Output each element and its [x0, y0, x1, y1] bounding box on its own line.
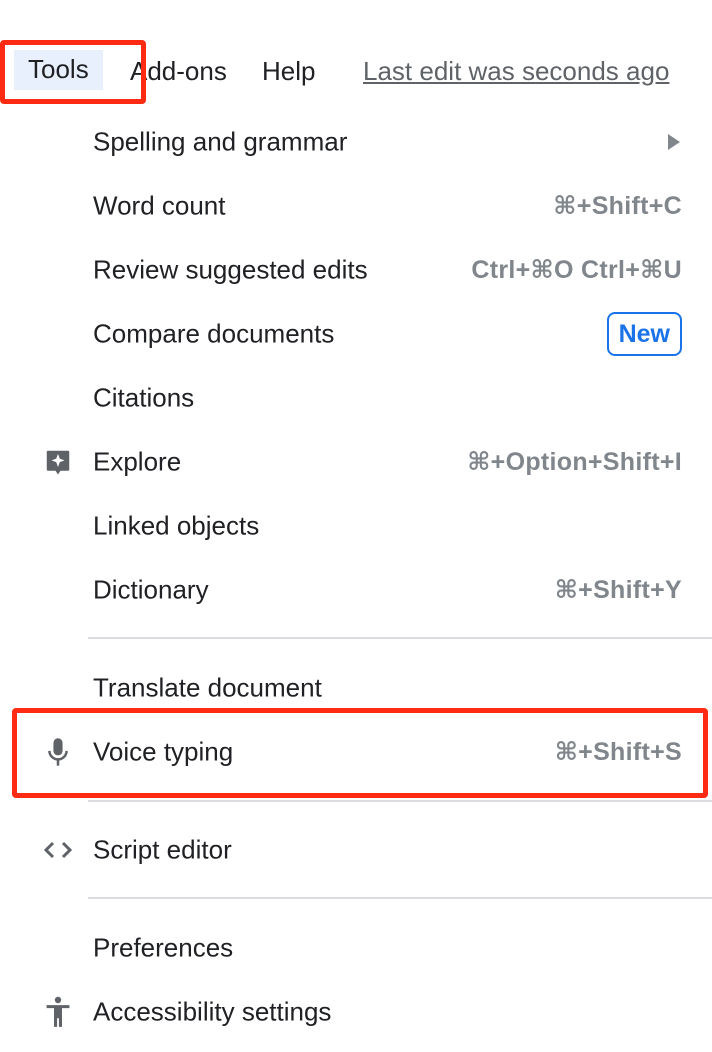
shortcut-text: ⌘+Shift+Y: [554, 576, 682, 604]
menu-item-label: Compare documents: [93, 318, 335, 349]
new-badge: New: [606, 312, 682, 356]
menu-bar: Tools Add-ons Help Last edit was seconds…: [0, 0, 712, 100]
code-icon: [42, 834, 74, 866]
menu-add-ons[interactable]: Add-ons: [130, 54, 227, 88]
menu-item-citations[interactable]: Citations: [0, 366, 712, 430]
menu-item-preferences[interactable]: Preferences: [0, 916, 712, 980]
menu-item-linked-objects[interactable]: Linked objects: [0, 494, 712, 558]
menu-divider: [88, 897, 712, 899]
menu-item-accessibility-settings[interactable]: Accessibility settings: [0, 980, 712, 1044]
menu-item-label: Script editor: [93, 834, 232, 865]
menu-item-label: Accessibility settings: [93, 996, 332, 1027]
menu-item-compare-documents[interactable]: Compare documents New: [0, 302, 712, 366]
microphone-icon: [42, 736, 74, 768]
last-edit-link[interactable]: Last edit was seconds ago: [363, 54, 669, 88]
menu-item-explore[interactable]: Explore ⌘+Option+Shift+I: [0, 430, 712, 494]
menu-item-label: Preferences: [93, 932, 234, 963]
menu-divider: [88, 800, 712, 802]
menu-item-label: Spelling and grammar: [93, 126, 348, 157]
explore-icon: [42, 446, 74, 478]
menu-item-label: Voice typing: [93, 736, 234, 767]
menu-item-label: Dictionary: [93, 574, 209, 605]
shortcut-text: ⌘+Shift+S: [554, 738, 682, 766]
menu-item-review-suggested-edits[interactable]: Review suggested edits Ctrl+⌘O Ctrl+⌘U: [0, 238, 712, 302]
submenu-arrow-icon: [668, 134, 680, 150]
menu-item-translate-document[interactable]: Translate document: [0, 656, 712, 720]
menu-item-label: Explore: [93, 446, 182, 477]
menu-item-label: Translate document: [93, 672, 322, 703]
shortcut-text: ⌘+Shift+C: [553, 192, 682, 220]
menu-tools[interactable]: Tools: [14, 50, 103, 90]
menu-item-label: Citations: [93, 382, 195, 413]
menu-item-spelling-and-grammar[interactable]: Spelling and grammar: [0, 110, 712, 174]
menu-item-label: Linked objects: [93, 510, 260, 541]
menu-item-label: Word count: [93, 190, 226, 221]
menu-divider: [88, 637, 712, 639]
shortcut-text: ⌘+Option+Shift+I: [467, 448, 682, 476]
menu-item-dictionary[interactable]: Dictionary ⌘+Shift+Y: [0, 558, 712, 622]
shortcut-text: Ctrl+⌘O Ctrl+⌘U: [471, 256, 682, 284]
menu-item-label: Review suggested edits: [93, 254, 368, 285]
menu-help[interactable]: Help: [262, 54, 315, 88]
menu-item-script-editor[interactable]: Script editor: [0, 818, 712, 882]
menu-item-word-count[interactable]: Word count ⌘+Shift+C: [0, 174, 712, 238]
accessibility-icon: [42, 996, 74, 1028]
menu-item-voice-typing[interactable]: Voice typing ⌘+Shift+S: [0, 720, 712, 784]
